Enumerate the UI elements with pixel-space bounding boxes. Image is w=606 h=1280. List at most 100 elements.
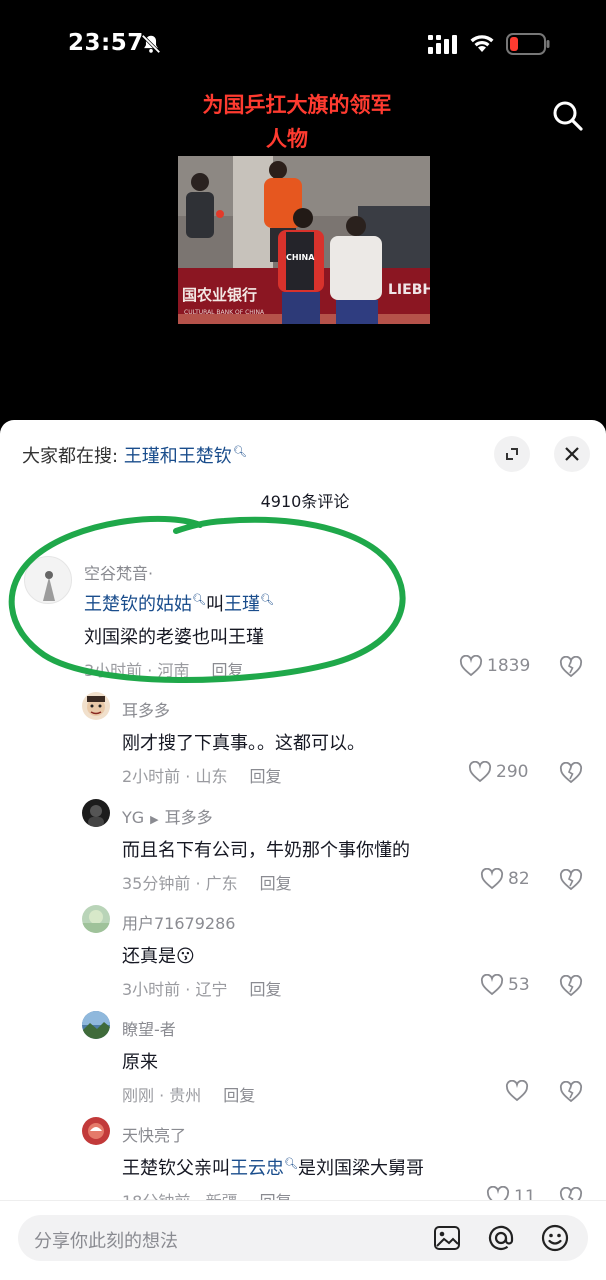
- comment-username[interactable]: 用户71679286: [122, 910, 235, 934]
- comment-text: 还真是😗: [122, 942, 195, 968]
- comment-text: 王楚钦的姑姑🔍︎叫王瑾🔍︎: [84, 590, 274, 616]
- avatar[interactable]: [24, 556, 72, 604]
- comment-text: 刚才搜了下真事。。这都可以。: [122, 733, 365, 754]
- close-icon: [565, 447, 579, 461]
- avatar[interactable]: [82, 905, 110, 933]
- reply-arrow-icon: ▶: [150, 813, 159, 826]
- comment-text: 原来: [122, 1052, 158, 1073]
- avatar[interactable]: [82, 1117, 110, 1145]
- status-time: 23:57: [68, 30, 144, 56]
- reply-button[interactable]: 回复: [249, 767, 281, 786]
- banner-text: 国农业银行: [182, 286, 257, 304]
- like-count: 53: [508, 975, 530, 995]
- video-thumbnail[interactable]: 国农业银行 CULTURAL BANK OF CHINA LIEBH CHINA: [178, 156, 430, 324]
- video-scene: 国农业银行 CULTURAL BANK OF CHINA LIEBH CHINA: [178, 156, 430, 324]
- broken-heart-icon[interactable]: [559, 869, 583, 891]
- signal-icon: [428, 35, 457, 54]
- comment-text-before: 王楚钦父亲叫: [122, 1158, 230, 1179]
- comment-time-location: 2小时前 · 山东: [122, 767, 228, 786]
- avatar-face-icon: [87, 696, 105, 716]
- mute-bell-icon: [141, 34, 161, 54]
- comment-text-mid: 叫: [205, 594, 224, 615]
- reply-button[interactable]: 回复: [260, 874, 292, 893]
- comment-username[interactable]: YG: [122, 808, 144, 827]
- heart-icon: [468, 761, 492, 783]
- like-button[interactable]: [505, 1080, 533, 1102]
- like-count: 82: [508, 869, 530, 889]
- search-mini-icon: 🔍︎: [192, 593, 206, 606]
- battery-low-icon: [506, 33, 550, 55]
- comment-text-body: 还真是: [122, 946, 176, 967]
- expand-icon: [506, 448, 518, 460]
- comment-text: 而且名下有公司，牛奶那个事你懂的: [122, 840, 410, 861]
- comment-text: 王楚钦父亲叫王云忠🔍︎是刘国梁大舅哥: [122, 1154, 424, 1180]
- wifi-icon: [470, 35, 494, 52]
- heart-icon: [505, 1080, 529, 1102]
- hot-search-bar[interactable]: 大家都在搜: 王瑾和王楚钦🔍︎: [22, 442, 247, 468]
- comment-count: 4910条评论: [260, 492, 350, 511]
- reply-to-username[interactable]: 耳多多: [165, 808, 213, 827]
- emoji-kiss-icon: 😗: [176, 946, 195, 967]
- comment-username[interactable]: 耳多多: [122, 697, 170, 721]
- video-title-line2: 人物: [266, 127, 308, 151]
- at-icon[interactable]: [486, 1223, 516, 1253]
- comment-text-after: 是刘国梁大舅哥: [297, 1158, 424, 1179]
- like-count: 1839: [487, 656, 531, 676]
- avatar[interactable]: [82, 1011, 110, 1039]
- search-mini-icon: 🔍︎: [259, 593, 274, 606]
- search-mini-icon: 🔍︎: [232, 445, 247, 458]
- broken-heart-icon[interactable]: [559, 762, 583, 784]
- comment-username[interactable]: 空谷梵音·: [84, 560, 153, 584]
- image-icon[interactable]: [432, 1223, 462, 1253]
- hot-search-keyword[interactable]: 王瑾和王楚钦: [124, 446, 232, 467]
- comment-text-line2: 刘国梁的老婆也叫王瑾: [84, 627, 264, 648]
- broken-heart-icon[interactable]: [559, 975, 583, 997]
- search-link-2[interactable]: 王瑾: [224, 594, 260, 615]
- comment-time-location: 35分钟前 · 广东: [122, 874, 238, 893]
- banner-subtext: CULTURAL BANK OF CHINA: [184, 309, 265, 316]
- like-button[interactable]: 82: [480, 868, 530, 890]
- banner-right-text: LIEBH: [388, 282, 430, 298]
- comment-username[interactable]: 瞭望-者: [122, 1016, 176, 1040]
- comment-meta: 3小时前 · 河南 回复: [84, 657, 243, 681]
- status-bar: 23:57: [0, 0, 606, 90]
- comment-time-location: 3小时前 · 辽宁: [122, 980, 228, 999]
- avatar[interactable]: [82, 692, 110, 720]
- broken-heart-icon[interactable]: [559, 1081, 583, 1103]
- heart-icon: [480, 974, 504, 996]
- comment-meta: 3小时前 · 辽宁 回复: [122, 976, 281, 1000]
- avatar[interactable]: [82, 799, 110, 827]
- like-button[interactable]: 290: [468, 761, 528, 783]
- reply-button[interactable]: 回复: [249, 980, 281, 999]
- comment-time-location: 刚刚 · 贵州: [122, 1086, 202, 1105]
- avatar-dark-icon: [88, 805, 104, 827]
- comment-input-bar: 分享你此刻的想法: [0, 1200, 606, 1280]
- jersey-text: CHINA: [286, 253, 315, 262]
- search-link[interactable]: 王云忠: [230, 1158, 284, 1179]
- reply-button[interactable]: 回复: [223, 1086, 255, 1105]
- comment-input[interactable]: 分享你此刻的想法: [18, 1215, 588, 1261]
- avatar-landscape-icon: [82, 1011, 110, 1039]
- comment-time-location: 3小时前 · 河南: [84, 661, 190, 680]
- search-mini-icon: 🔍︎: [284, 1157, 298, 1170]
- comment-meta: 2小时前 · 山东 回复: [122, 763, 281, 787]
- close-button[interactable]: [554, 436, 590, 472]
- comment-meta: 35分钟前 · 广东 回复: [122, 870, 292, 894]
- avatar-red-icon: [88, 1123, 104, 1139]
- emoji-icon[interactable]: [540, 1223, 570, 1253]
- video-title-line1: 为国乒扛大旗的领军: [202, 93, 392, 117]
- search-icon[interactable]: [548, 96, 588, 136]
- like-button[interactable]: 53: [480, 974, 530, 996]
- comment-username[interactable]: 天快亮了: [122, 1122, 186, 1146]
- broken-heart-icon[interactable]: [559, 656, 583, 678]
- avatar-nature-icon: [82, 910, 110, 933]
- heart-icon: [459, 655, 483, 677]
- reply-button[interactable]: 回复: [211, 661, 243, 680]
- like-button[interactable]: 1839: [459, 655, 530, 677]
- like-count: 290: [496, 762, 529, 782]
- search-link-1[interactable]: 王楚钦的姑姑: [84, 594, 192, 615]
- expand-button[interactable]: [494, 436, 530, 472]
- avatar-figure-icon: [43, 571, 55, 601]
- comment-meta: 刚刚 · 贵州 回复: [122, 1082, 255, 1106]
- heart-icon: [480, 868, 504, 890]
